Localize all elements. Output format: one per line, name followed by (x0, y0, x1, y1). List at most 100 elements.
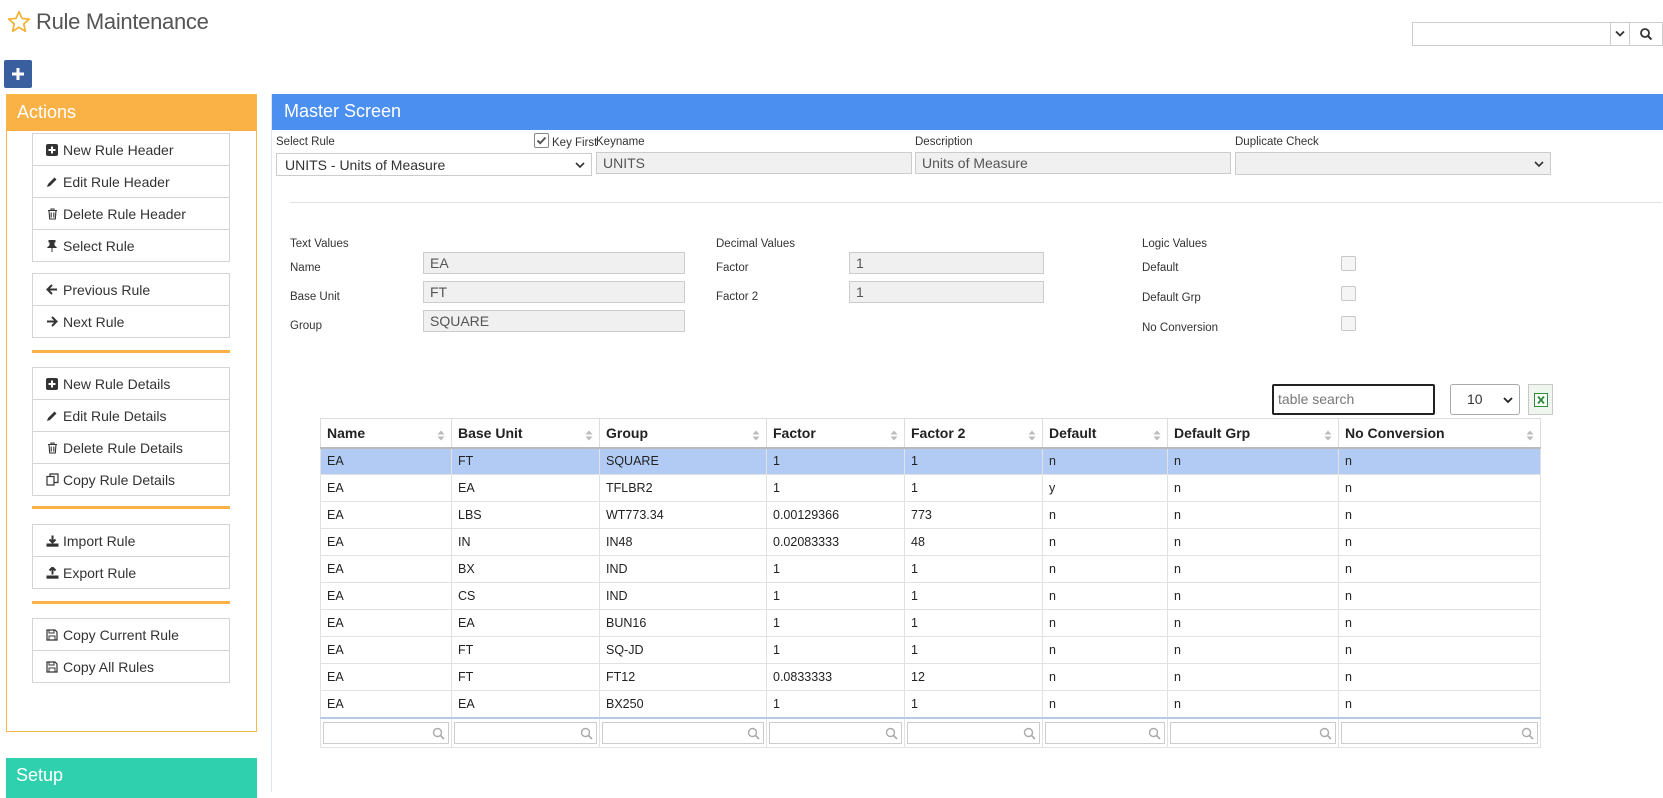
column-header[interactable]: Default Grp (1167, 418, 1339, 449)
filter-cell (1338, 716, 1541, 748)
delete-rule-header-button[interactable]: Delete Rule Header (32, 197, 230, 230)
column-header[interactable]: Default (1042, 418, 1168, 449)
table-header-row: Name Base Unit Group Factor Factor 2 Default D… (320, 418, 1541, 449)
global-search-dropdown[interactable] (1611, 22, 1630, 46)
column-header[interactable]: Factor 2 (904, 418, 1043, 449)
base-unit-field[interactable]: FT (423, 281, 685, 303)
global-search-input[interactable] (1412, 22, 1611, 46)
copy-all-rules-button[interactable]: Copy All Rules (32, 650, 230, 683)
column-filter-input[interactable] (769, 721, 902, 744)
table-row[interactable]: EA FT FT12 0.0833333 12 n n n (320, 663, 1541, 691)
page-size-select[interactable]: 10 (1450, 384, 1520, 415)
table-cell: n (1338, 555, 1541, 583)
search-icon (1521, 727, 1534, 740)
filter-cell (904, 716, 1043, 748)
table-cell: n (1338, 582, 1541, 610)
name-field[interactable]: EA (423, 252, 685, 274)
table-cell: LBS (451, 501, 600, 529)
table-filter-row (320, 716, 1541, 748)
default-grp-checkbox[interactable] (1341, 286, 1356, 301)
new-rule-header-button[interactable]: New Rule Header (32, 133, 230, 166)
description-field[interactable]: Units of Measure (915, 152, 1231, 174)
table-row[interactable]: EA FT SQUARE 1 1 n n n (320, 447, 1541, 475)
chevron-down-icon (575, 162, 585, 169)
rule-header-actions: New Rule Header Edit Rule Header Delete … (32, 133, 230, 262)
table-row[interactable]: EA EA TFLBR2 1 1 y n n (320, 474, 1541, 502)
table-row[interactable]: EA LBS WT773.34 0.00129366 773 n n n (320, 501, 1541, 529)
table-row[interactable]: EA IN IN48 0.02083333 48 n n n (320, 528, 1541, 556)
checkmark-icon (536, 136, 547, 145)
table-cell: 1 (904, 474, 1043, 502)
default-checkbox[interactable] (1341, 256, 1356, 271)
factor-field[interactable]: 1 (849, 252, 1044, 274)
upload-icon (45, 566, 59, 580)
duplicate-check-dropdown[interactable] (1235, 152, 1551, 175)
chevron-down-icon (1615, 30, 1625, 37)
save-icon (45, 628, 59, 642)
select-rule-dropdown[interactable]: UNITS - Units of Measure (276, 153, 592, 176)
table-row[interactable]: EA EA BUN16 1 1 n n n (320, 609, 1541, 637)
favorite-star-icon[interactable] (6, 9, 32, 35)
column-filter-input[interactable] (1341, 721, 1538, 744)
table-cell: EA (320, 609, 452, 637)
table-row[interactable]: EA EA BX250 1 1 n n n (320, 690, 1541, 718)
column-header[interactable]: Base Unit (451, 418, 600, 449)
pencil-icon (45, 175, 59, 189)
column-header[interactable]: Group (599, 418, 767, 449)
table-row[interactable]: EA FT SQ-JD 1 1 n n n (320, 636, 1541, 664)
edit-rule-details-button[interactable]: Edit Rule Details (32, 399, 230, 432)
column-header[interactable]: Factor (766, 418, 905, 449)
setup-panel-header[interactable]: Setup (6, 758, 257, 798)
table-cell: n (1167, 501, 1339, 529)
export-rule-button[interactable]: Export Rule (32, 556, 230, 589)
next-rule-button[interactable]: Next Rule (32, 305, 230, 338)
column-header[interactable]: Name (320, 418, 452, 449)
column-filter-input[interactable] (602, 721, 764, 744)
table-cell: IN48 (599, 528, 767, 556)
keyname-field[interactable]: UNITS (596, 152, 912, 174)
search-icon (1640, 28, 1653, 41)
column-filter-input[interactable] (323, 721, 449, 744)
column-filter-input[interactable] (1170, 721, 1336, 744)
filter-cell (1042, 716, 1168, 748)
table-cell: n (1338, 501, 1541, 529)
table-cell: EA (320, 663, 452, 691)
select-rule-button[interactable]: Select Rule (32, 229, 230, 262)
table-cell: 1 (766, 690, 905, 718)
arrow-left-icon (45, 283, 59, 297)
sort-icon (437, 428, 445, 444)
page-size-value: 10 (1467, 391, 1483, 407)
text-values-label: Text Values (290, 238, 349, 250)
table-row[interactable]: EA CS IND 1 1 n n n (320, 582, 1541, 610)
key-first-checkbox[interactable] (534, 133, 549, 148)
filter-cell (599, 716, 767, 748)
sort-icon (1028, 428, 1036, 444)
copy-current-rule-button[interactable]: Copy Current Rule (32, 618, 230, 651)
divider (32, 350, 230, 353)
edit-rule-header-button[interactable]: Edit Rule Header (32, 165, 230, 198)
copy-rule-details-button[interactable]: Copy Rule Details (32, 463, 230, 496)
table-cell: BUN16 (599, 609, 767, 637)
no-conversion-checkbox[interactable] (1341, 316, 1356, 331)
table-cell: n (1338, 690, 1541, 718)
export-excel-button[interactable] (1528, 384, 1553, 415)
table-cell: 1 (904, 447, 1043, 475)
table-row[interactable]: EA BX IND 1 1 n n n (320, 555, 1541, 583)
table-search-input[interactable]: table search (1272, 384, 1435, 415)
factor2-field[interactable]: 1 (849, 281, 1044, 303)
delete-rule-details-button[interactable]: Delete Rule Details (32, 431, 230, 464)
sort-icon (890, 428, 898, 444)
add-button[interactable] (4, 60, 32, 88)
import-export-actions: Import Rule Export Rule (32, 524, 230, 589)
column-header[interactable]: No Conversion (1338, 418, 1541, 449)
column-filter-input[interactable] (1045, 721, 1165, 744)
table-cell: n (1338, 447, 1541, 475)
global-search-button[interactable] (1630, 22, 1663, 46)
previous-rule-button[interactable]: Previous Rule (32, 273, 230, 306)
import-rule-button[interactable]: Import Rule (32, 524, 230, 557)
column-filter-input[interactable] (907, 721, 1040, 744)
column-filter-input[interactable] (454, 721, 597, 744)
new-rule-details-button[interactable]: New Rule Details (32, 367, 230, 400)
table-cell: n (1167, 447, 1339, 475)
group-field[interactable]: SQUARE (423, 310, 685, 332)
